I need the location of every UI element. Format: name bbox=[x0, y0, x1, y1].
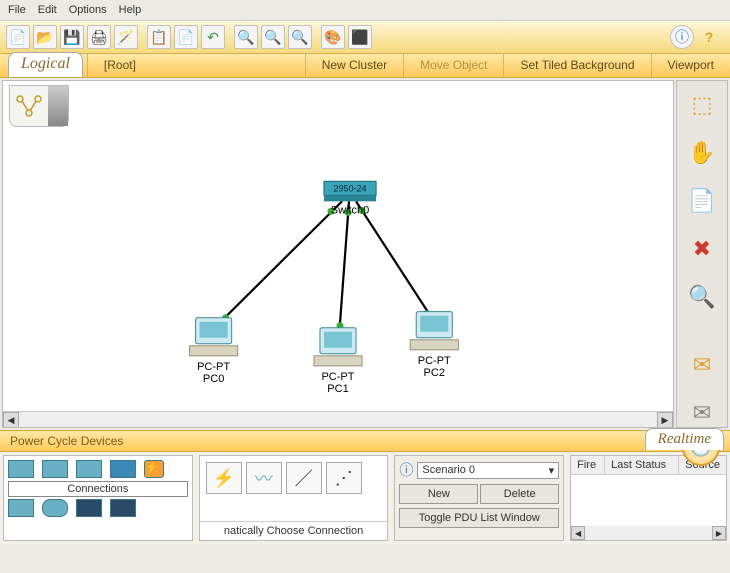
category-label: Connections bbox=[8, 481, 188, 497]
move-tool[interactable]: ✋ bbox=[685, 139, 719, 167]
set-background-button[interactable]: Set Tiled Background bbox=[503, 54, 650, 77]
scroll-left-icon[interactable]: ◀ bbox=[3, 412, 19, 428]
col-fire[interactable]: Fire bbox=[571, 456, 605, 474]
device-switch[interactable]: 2950-24 Switch0 bbox=[324, 181, 376, 216]
ev-scroll-left-icon[interactable]: ◀ bbox=[571, 526, 585, 540]
bottom-panel: ⚡ Connections ⚡ 〰 ／ ⋰ natically Choose C… bbox=[0, 452, 730, 544]
move-object-button[interactable]: Move Object bbox=[403, 54, 503, 77]
straight-cable-icon[interactable]: ／ bbox=[286, 462, 322, 494]
topology-svg: 2950-24 Switch0 PC-PT PC0 PC-PT PC1 bbox=[3, 81, 673, 428]
zoom-reset-button[interactable]: 🔍 bbox=[261, 25, 285, 49]
open-button[interactable]: 📂 bbox=[33, 25, 57, 49]
draw-palette-button[interactable]: 🎨 bbox=[321, 25, 345, 49]
console-cable-icon[interactable]: 〰 bbox=[246, 462, 282, 494]
main-toolbar: 📄 📂 💾 🖨 🪄 📋 📄 ↶ 🔍 🔍 🔍 🎨 ⬛ ⓘ ? bbox=[0, 21, 730, 54]
canvas-scrollbar[interactable]: ◀ ▶ bbox=[3, 411, 673, 427]
print-button[interactable]: 🖨 bbox=[87, 25, 111, 49]
enddevice-category-icon[interactable] bbox=[8, 499, 34, 517]
wizard-button[interactable]: 🪄 bbox=[114, 25, 138, 49]
info-icon[interactable]: ⓘ bbox=[399, 460, 413, 480]
new-file-button[interactable]: 📄 bbox=[6, 25, 30, 49]
auto-cable-icon[interactable]: ⚡ bbox=[206, 462, 242, 494]
menu-file[interactable]: File bbox=[8, 4, 26, 16]
svg-text:PC-PT: PC-PT bbox=[418, 355, 451, 367]
paste-button[interactable]: 📄 bbox=[174, 25, 198, 49]
svg-text:PC0: PC0 bbox=[203, 373, 224, 385]
scenario-panel: ⓘ Scenario 0 ▾ New Delete Toggle PDU Lis… bbox=[394, 455, 564, 541]
inspect-tool[interactable]: 🔍 bbox=[685, 283, 719, 311]
device-type-palette: ⚡ Connections bbox=[3, 455, 193, 541]
wireless-category-icon[interactable] bbox=[110, 460, 136, 478]
svg-text:Switch0: Switch0 bbox=[331, 204, 370, 216]
power-cycle-button[interactable]: Power Cycle Devices bbox=[0, 431, 133, 451]
help-button[interactable]: ? bbox=[697, 25, 721, 49]
multiuser-category-icon[interactable] bbox=[110, 499, 136, 517]
connection-palette: ⚡ 〰 ／ ⋰ natically Choose Connection bbox=[199, 455, 389, 541]
svg-text:PC-PT: PC-PT bbox=[321, 371, 354, 383]
workspace-nav: Logical [Root] New Cluster Move Object S… bbox=[0, 54, 730, 78]
custom-devices-button[interactable]: ⬛ bbox=[348, 25, 372, 49]
device-pc1[interactable]: PC-PT PC1 bbox=[314, 328, 362, 395]
switch-category-icon[interactable] bbox=[42, 460, 68, 478]
zoom-out-button[interactable]: 🔍 bbox=[288, 25, 312, 49]
delete-tool[interactable]: ✖ bbox=[685, 235, 719, 263]
save-button[interactable]: 💾 bbox=[60, 25, 84, 49]
scenario-select[interactable]: Scenario 0 ▾ bbox=[417, 462, 559, 479]
auto-choose-label: natically Choose Connection bbox=[200, 521, 388, 540]
workspace: 2950-24 Switch0 PC-PT PC0 PC-PT PC1 bbox=[0, 78, 730, 430]
right-toolbar: ⬚ ✋ 📄 ✖ 🔍 ✉ ✉ bbox=[676, 80, 728, 428]
topology-canvas[interactable]: 2950-24 Switch0 PC-PT PC0 PC-PT PC1 bbox=[2, 80, 674, 428]
scroll-right-icon[interactable]: ▶ bbox=[657, 412, 673, 428]
root-nav[interactable]: [Root] bbox=[87, 54, 152, 77]
zoom-in-button[interactable]: 🔍 bbox=[234, 25, 258, 49]
undo-button[interactable]: ↶ bbox=[201, 25, 225, 49]
scenario-current: Scenario 0 bbox=[422, 464, 475, 477]
scenario-delete-button[interactable]: Delete bbox=[480, 484, 559, 504]
chevron-down-icon: ▾ bbox=[549, 464, 555, 477]
custom-category-icon[interactable] bbox=[76, 499, 102, 517]
device-pc2[interactable]: PC-PT PC2 bbox=[410, 312, 458, 379]
svg-text:2950-24: 2950-24 bbox=[333, 183, 366, 193]
info-button[interactable]: ⓘ bbox=[670, 25, 694, 49]
select-tool[interactable]: ⬚ bbox=[685, 91, 719, 119]
hub-category-icon[interactable] bbox=[76, 460, 102, 478]
event-scrollbar[interactable]: ◀ ▶ bbox=[571, 526, 726, 540]
svg-text:PC2: PC2 bbox=[424, 367, 445, 379]
pdu-event-list: Fire Last Status Source ◀ ▶ bbox=[570, 455, 727, 541]
viewport-button[interactable]: Viewport bbox=[651, 54, 730, 77]
svg-text:PC-PT: PC-PT bbox=[197, 361, 230, 373]
col-last-status[interactable]: Last Status bbox=[605, 456, 679, 474]
menu-help[interactable]: Help bbox=[119, 4, 142, 16]
menu-options[interactable]: Options bbox=[69, 4, 107, 16]
realtime-tab[interactable]: Realtime bbox=[645, 428, 724, 450]
connections-category-icon[interactable]: ⚡ bbox=[144, 460, 164, 478]
copy-button[interactable]: 📋 bbox=[147, 25, 171, 49]
menu-edit[interactable]: Edit bbox=[38, 4, 57, 16]
toggle-pdu-list-button[interactable]: Toggle PDU List Window bbox=[399, 508, 559, 528]
scenario-new-button[interactable]: New bbox=[399, 484, 478, 504]
note-tool[interactable]: 📄 bbox=[685, 187, 719, 215]
complex-pdu-tool[interactable]: ✉ bbox=[685, 399, 719, 427]
router-category-icon[interactable] bbox=[8, 460, 34, 478]
ev-scroll-right-icon[interactable]: ▶ bbox=[712, 526, 726, 540]
menu-bar: File Edit Options Help bbox=[0, 0, 730, 21]
mode-bar: Power Cycle Devices Realtime bbox=[0, 430, 730, 452]
svg-text:PC1: PC1 bbox=[327, 383, 348, 395]
cross-cable-icon[interactable]: ⋰ bbox=[326, 462, 362, 494]
logical-tab[interactable]: Logical bbox=[8, 52, 83, 77]
simple-pdu-tool[interactable]: ✉ bbox=[685, 351, 719, 379]
device-pc0[interactable]: PC-PT PC0 bbox=[190, 318, 238, 385]
wan-category-icon[interactable] bbox=[42, 499, 68, 517]
new-cluster-button[interactable]: New Cluster bbox=[305, 54, 403, 77]
